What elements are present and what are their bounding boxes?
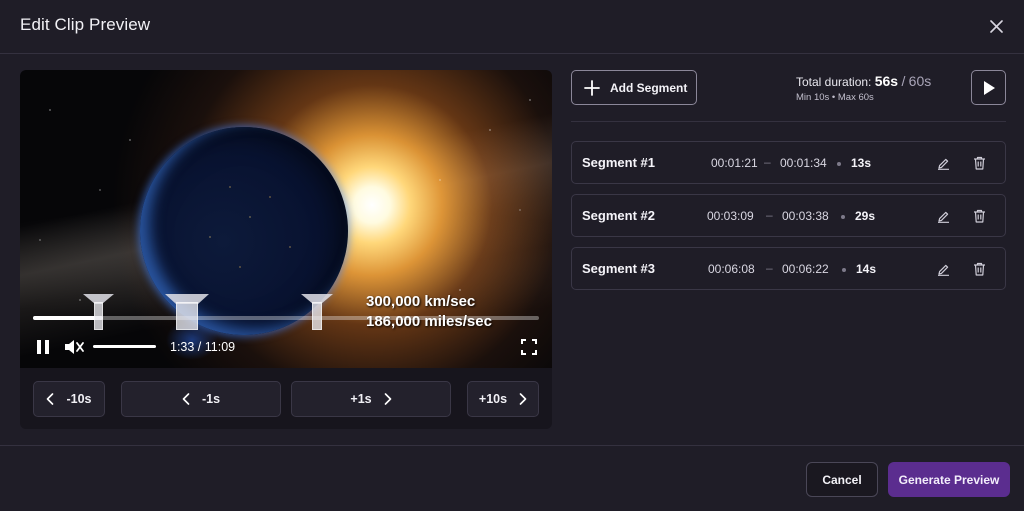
volume-slider[interactable] xyxy=(93,345,156,348)
chevron-left-icon xyxy=(47,393,54,405)
segment-start-time: 00:01:21 xyxy=(711,156,758,170)
close-icon xyxy=(989,19,1003,33)
seek-label: -10s xyxy=(66,392,92,406)
pencil-icon xyxy=(937,211,949,223)
cancel-button[interactable]: Cancel xyxy=(806,462,878,497)
caption-line-1: 300,000 km/sec xyxy=(366,293,476,310)
segment-marker-2[interactable] xyxy=(165,294,209,330)
mute-button[interactable] xyxy=(63,336,87,358)
caption-line-2: 186,000 miles/sec xyxy=(366,313,492,330)
segment-end-time: 00:06:22 xyxy=(782,262,829,276)
segment-row[interactable]: Segment #2 00:03:09–00:03:38 29s xyxy=(571,194,1006,237)
edit-clip-dialog: Edit Clip Preview 300,000 km/sec 186,000… xyxy=(0,0,1024,511)
edit-segment-button[interactable] xyxy=(934,260,952,278)
add-segment-button[interactable]: Add Segment xyxy=(571,70,697,105)
plus-icon xyxy=(584,79,600,96)
divider xyxy=(571,121,1006,122)
marker-stem xyxy=(176,302,198,330)
segment-name: Segment #1 xyxy=(582,155,655,170)
segment-dot xyxy=(837,162,841,166)
marker-stem xyxy=(312,302,322,330)
marker-stem xyxy=(94,302,103,330)
total-duration: Total duration: 56s / 60s Min 10s • Max … xyxy=(796,73,931,103)
fullscreen-button[interactable] xyxy=(519,336,539,358)
fullscreen-icon xyxy=(521,339,537,355)
play-preview-button[interactable] xyxy=(971,70,1006,105)
segment-end-time: 00:01:34 xyxy=(780,156,827,170)
segment-time-separator: – xyxy=(766,261,773,275)
seek-forward-1-button[interactable]: +1s xyxy=(291,381,451,417)
footer-divider xyxy=(0,445,1024,446)
delete-segment-button[interactable] xyxy=(970,154,988,172)
video-frame[interactable]: 300,000 km/sec 186,000 miles/sec 1:33 / … xyxy=(20,70,552,368)
segment-length: 14s xyxy=(856,262,877,276)
pause-icon xyxy=(37,340,49,354)
seek-back-10-button[interactable]: -10s xyxy=(33,381,105,417)
segment-dot xyxy=(841,215,845,219)
pencil-icon xyxy=(937,264,949,276)
segment-start-time: 00:06:08 xyxy=(708,262,755,276)
player-panel: 300,000 km/sec 186,000 miles/sec 1:33 / … xyxy=(20,70,552,429)
trash-icon xyxy=(973,156,985,170)
edit-segment-button[interactable] xyxy=(934,154,952,172)
video-caption: 300,000 km/sec 186,000 miles/sec xyxy=(366,292,492,332)
add-segment-label: Add Segment xyxy=(610,80,688,95)
chevron-right-icon xyxy=(519,393,527,405)
player-controls: 1:33 / 11:09 xyxy=(33,336,539,358)
duration-label: Total duration: xyxy=(796,75,872,89)
delete-segment-button[interactable] xyxy=(970,260,988,278)
seek-label: -1s xyxy=(201,392,221,406)
segment-marker-1[interactable] xyxy=(83,294,114,330)
seek-back-1-button[interactable]: -1s xyxy=(121,381,281,417)
segment-time-separator: – xyxy=(764,155,771,169)
time-display: 1:33 / 11:09 xyxy=(170,340,236,354)
duration-limits: Min 10s • Max 60s xyxy=(796,92,874,103)
edit-segment-button[interactable] xyxy=(934,207,952,225)
trash-icon xyxy=(973,262,985,276)
segment-dot xyxy=(842,268,846,272)
duration-separator: / xyxy=(901,73,906,89)
segment-end-time: 00:03:38 xyxy=(782,209,829,223)
segment-marker-3[interactable] xyxy=(301,294,333,330)
seek-controls: -10s -1s +1s +10s xyxy=(20,381,552,417)
chevron-left-icon xyxy=(182,393,190,405)
pencil-icon xyxy=(937,158,949,170)
segment-time-separator: – xyxy=(766,208,773,222)
dialog-header: Edit Clip Preview xyxy=(0,0,1024,54)
pause-button[interactable] xyxy=(33,336,53,358)
seek-label: +1s xyxy=(350,392,372,406)
segment-row[interactable]: Segment #3 00:06:08–00:06:22 14s xyxy=(571,247,1006,290)
close-button[interactable] xyxy=(984,14,1008,38)
segment-length: 13s xyxy=(851,156,872,170)
volume-icon xyxy=(65,340,84,354)
trash-icon xyxy=(973,209,985,223)
dialog-title: Edit Clip Preview xyxy=(20,15,151,34)
duration-max: 60s xyxy=(908,73,932,89)
chevron-right-icon xyxy=(384,393,391,405)
delete-segment-button[interactable] xyxy=(970,207,988,225)
segment-start-time: 00:03:09 xyxy=(707,209,754,223)
seek-forward-10-button[interactable]: +10s xyxy=(467,381,539,417)
duration-current: 56s xyxy=(874,73,899,89)
seek-label: +10s xyxy=(478,392,508,406)
play-icon xyxy=(983,80,995,95)
segment-row[interactable]: Segment #1 00:01:21–00:01:34 13s xyxy=(571,141,1006,184)
segment-name: Segment #2 xyxy=(582,208,655,223)
generate-preview-button[interactable]: Generate Preview xyxy=(888,462,1010,497)
segment-name: Segment #3 xyxy=(582,261,655,276)
segment-length: 29s xyxy=(855,209,876,223)
